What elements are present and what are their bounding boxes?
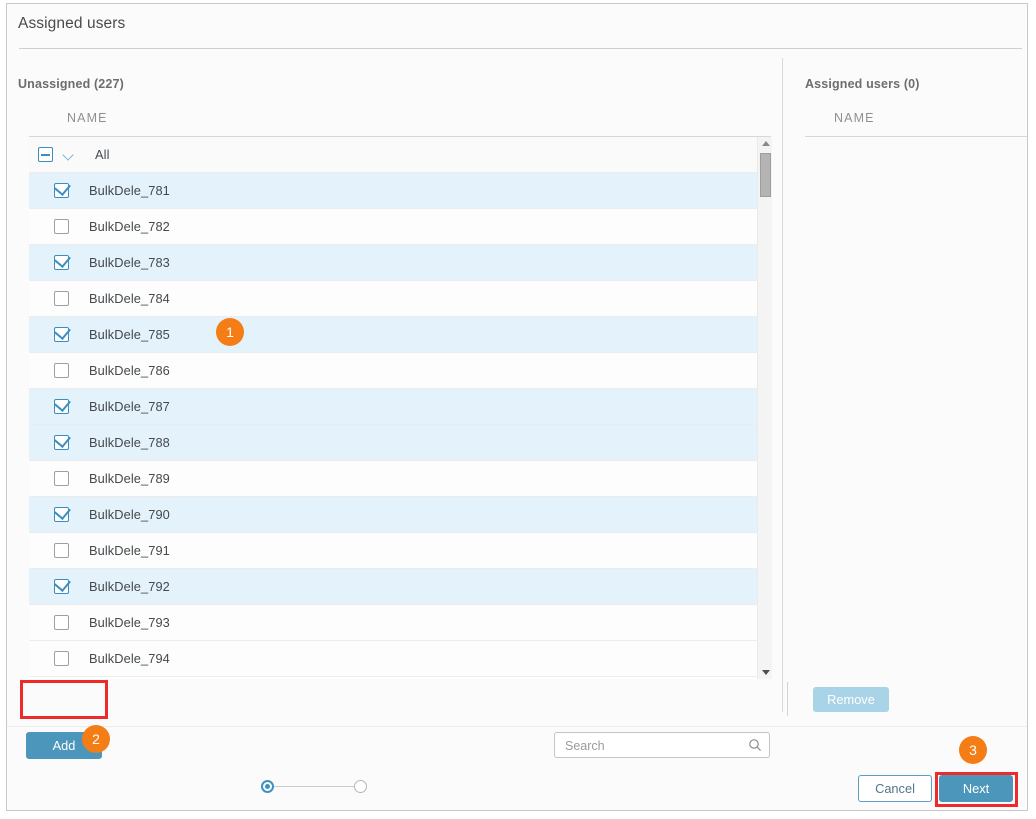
list-row[interactable]: BulkDele_783 <box>29 245 757 281</box>
stepper-dot-1[interactable] <box>261 780 274 793</box>
unassigned-list: All BulkDele_781 BulkDele_782 BulkDele_783… <box>29 137 772 679</box>
list-row-label: BulkDele_783 <box>89 255 170 270</box>
list-row-label: BulkDele_788 <box>89 435 170 450</box>
annotation-badge-3: 3 <box>959 736 987 764</box>
title-divider <box>19 48 1022 49</box>
unassigned-list-scrollport: All BulkDele_781 BulkDele_782 BulkDele_783… <box>29 137 757 679</box>
row-checkbox[interactable] <box>54 471 69 486</box>
list-row-label: BulkDele_792 <box>89 579 170 594</box>
scroll-up-arrow-icon[interactable] <box>758 137 772 151</box>
list-row[interactable]: BulkDele_784 <box>29 281 757 317</box>
list-scrollbar[interactable] <box>757 137 772 679</box>
scrollbar-thumb[interactable] <box>760 153 771 197</box>
row-checkbox[interactable] <box>54 363 69 378</box>
select-all-checkbox[interactable] <box>38 147 53 162</box>
row-checkbox[interactable] <box>54 543 69 558</box>
assigned-header-divider <box>805 136 1027 137</box>
row-checkbox[interactable] <box>54 651 69 666</box>
toolbar-divider <box>787 682 788 716</box>
list-row-label: BulkDele_794 <box>89 651 170 666</box>
assigned-heading: Assigned users (0) <box>805 77 920 91</box>
unassigned-heading: Unassigned (227) <box>18 77 124 91</box>
scroll-down-arrow-icon[interactable] <box>758 665 772 679</box>
remove-button[interactable]: Remove <box>813 687 889 712</box>
search-box[interactable] <box>554 732 770 759</box>
stepper-dot-2[interactable] <box>354 780 367 793</box>
dialog-title-bar: Assigned users <box>7 4 1027 49</box>
assigned-panel: Assigned users (0) NAME <box>783 50 1027 712</box>
list-row[interactable]: BulkDele_792 <box>29 569 757 605</box>
list-row[interactable]: BulkDele_786 <box>29 353 757 389</box>
list-row-label: BulkDele_782 <box>89 219 170 234</box>
search-icon[interactable] <box>748 738 762 752</box>
unassigned-panel: Unassigned (227) NAME All BulkDele_781 Bu… <box>7 50 782 810</box>
list-row[interactable]: BulkDele_787 <box>29 389 757 425</box>
list-row[interactable]: BulkDele_788 <box>29 425 757 461</box>
list-row[interactable]: BulkDele_785 <box>29 317 757 353</box>
wizard-stepper <box>261 780 367 794</box>
annotation-badge-1: 1 <box>216 318 244 346</box>
page-title: Assigned users <box>18 15 126 32</box>
row-checkbox[interactable] <box>54 291 69 306</box>
list-row-label: BulkDele_785 <box>89 327 170 342</box>
row-checkbox[interactable] <box>54 579 69 594</box>
list-row-label: BulkDele_791 <box>89 543 170 558</box>
row-checkbox[interactable] <box>54 435 69 450</box>
row-checkbox[interactable] <box>54 183 69 198</box>
chevron-down-icon[interactable] <box>63 149 75 161</box>
list-row-label: BulkDele_793 <box>89 615 170 630</box>
list-row[interactable]: BulkDele_790 <box>29 497 757 533</box>
list-row[interactable]: BulkDele_789 <box>29 461 757 497</box>
list-row-label: BulkDele_789 <box>89 471 170 486</box>
next-button[interactable]: Next <box>939 775 1013 802</box>
list-row[interactable]: BulkDele_782 <box>29 209 757 245</box>
search-input[interactable] <box>563 733 747 759</box>
unassigned-column-header-name: NAME <box>67 111 108 125</box>
list-row-label: BulkDele_787 <box>89 399 170 414</box>
row-checkbox[interactable] <box>54 327 69 342</box>
list-row-label: BulkDele_786 <box>89 363 170 378</box>
row-checkbox[interactable] <box>54 219 69 234</box>
list-rows-host: BulkDele_781 BulkDele_782 BulkDele_783 Bulk… <box>29 173 757 677</box>
list-row-all[interactable]: All <box>29 137 757 173</box>
stepper-line <box>269 786 359 787</box>
list-row-label: BulkDele_790 <box>89 507 170 522</box>
footer-divider <box>7 726 1027 727</box>
row-checkbox[interactable] <box>54 399 69 414</box>
list-row-label: BulkDele_784 <box>89 291 170 306</box>
list-row-label: BulkDele_781 <box>89 183 170 198</box>
list-row[interactable]: BulkDele_791 <box>29 533 757 569</box>
list-row[interactable]: BulkDele_781 <box>29 173 757 209</box>
row-checkbox[interactable] <box>54 615 69 630</box>
row-checkbox[interactable] <box>54 507 69 522</box>
annotation-badge-2: 2 <box>82 725 110 753</box>
list-row[interactable]: BulkDele_793 <box>29 605 757 641</box>
row-checkbox[interactable] <box>54 255 69 270</box>
assigned-column-header-name: NAME <box>834 111 875 125</box>
list-row[interactable]: BulkDele_794 <box>29 641 757 677</box>
list-row-all-label: All <box>95 147 110 162</box>
cancel-button[interactable]: Cancel <box>858 775 932 802</box>
assigned-users-dialog: Assigned users Unassigned (227) NAME All… <box>6 3 1028 811</box>
